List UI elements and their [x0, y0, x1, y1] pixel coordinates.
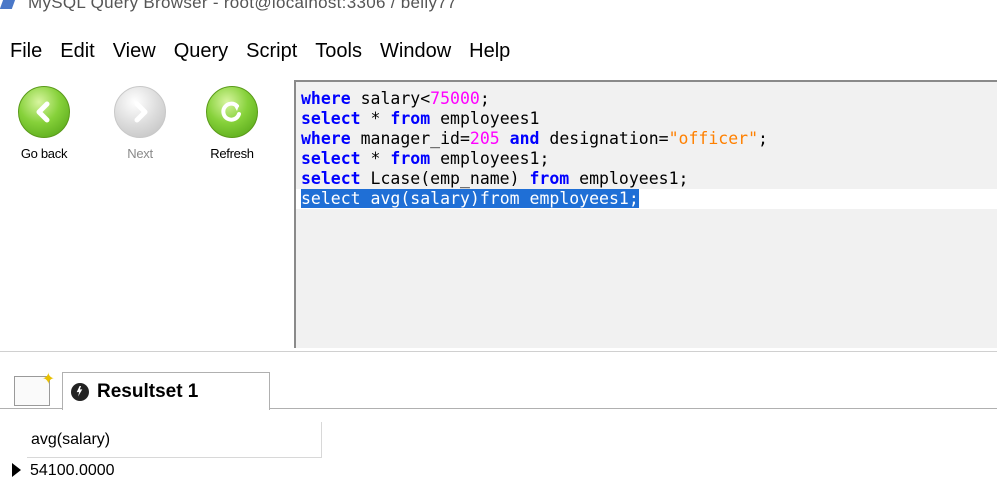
column-header-avg-salary[interactable]: avg(salary): [27, 422, 322, 458]
code-token: employees1;: [569, 169, 689, 188]
menu-bar: File Edit View Query Script Tools Window…: [0, 36, 997, 66]
code-token: "officer": [668, 129, 758, 148]
code-token: employees1: [430, 109, 540, 128]
refresh-label: Refresh: [210, 146, 254, 161]
code-token: select: [301, 169, 361, 188]
forward-arrow-icon: [114, 86, 166, 138]
lightning-icon: [71, 382, 89, 401]
code-token: Lcase(emp_name): [360, 169, 530, 188]
code-line[interactable]: select * from employees1: [301, 109, 997, 129]
code-lines: where salary<75000; select * from employe…: [296, 89, 997, 209]
code-token: *: [360, 149, 391, 168]
go-back-button[interactable]: Go back: [4, 80, 84, 161]
code-token: salary<: [350, 89, 431, 108]
next-label: Next: [127, 146, 153, 161]
code-token: from: [390, 149, 431, 168]
code-line[interactable]: select Lcase(emp_name) from employees1;: [301, 169, 997, 189]
menu-file[interactable]: File: [0, 40, 52, 63]
code-line[interactable]: select * from employees1;: [301, 149, 997, 169]
code-token: avg(salary): [360, 189, 480, 208]
title-bar: MySQL Query Browser - root@localhost:330…: [0, 0, 997, 14]
code-line[interactable]: where salary<75000;: [301, 89, 997, 109]
menu-view[interactable]: View: [105, 40, 166, 63]
sql-query-editor[interactable]: where salary<75000; select * from employe…: [294, 80, 997, 348]
code-token: ;: [758, 129, 768, 148]
menu-edit[interactable]: Edit: [52, 40, 104, 63]
code-token: where: [301, 89, 351, 108]
code-token: select: [301, 109, 361, 128]
code-token: from: [479, 189, 520, 208]
go-back-label: Go back: [20, 146, 68, 161]
refresh-button[interactable]: Refresh: [192, 80, 272, 161]
code-token: from: [390, 109, 431, 128]
code-token: and: [509, 129, 540, 148]
navigation-toolbar: Go back Next Refresh: [0, 80, 292, 350]
app-icon: [0, 0, 17, 9]
tab-resultset-1[interactable]: Resultset 1: [62, 372, 270, 410]
column-header-label: avg(salary): [31, 431, 111, 448]
splitter[interactable]: [0, 351, 997, 352]
refresh-icon: [206, 86, 258, 138]
code-token: 205: [469, 129, 500, 148]
result-tabs: ✦ Resultset 1: [0, 370, 997, 410]
result-cell[interactable]: 54100.0000: [30, 458, 115, 484]
next-button[interactable]: Next: [100, 80, 180, 161]
menu-help[interactable]: Help: [461, 40, 520, 63]
menu-script[interactable]: Script: [238, 40, 307, 63]
code-token: manager_id=: [350, 129, 470, 148]
code-token: designation=: [539, 129, 669, 148]
menu-query[interactable]: Query: [166, 40, 238, 63]
code-token: 75000: [430, 89, 480, 108]
code-token: select: [301, 149, 361, 168]
code-token: *: [360, 109, 391, 128]
window-title: MySQL Query Browser - root@localhost:330…: [28, 0, 457, 12]
code-token: from: [529, 169, 570, 188]
current-row-indicator-icon: [12, 463, 21, 477]
code-token: employees1;: [519, 189, 639, 208]
new-star-icon: ✦: [41, 371, 55, 388]
menu-tools[interactable]: Tools: [307, 40, 372, 63]
new-resultset-tab-button[interactable]: ✦: [14, 371, 55, 406]
code-line[interactable]: where manager_id=205 and designation="of…: [301, 129, 997, 149]
code-token: select: [301, 189, 361, 208]
code-token: ;: [479, 89, 490, 108]
back-arrow-icon: [18, 86, 70, 138]
code-token: employees1;: [430, 149, 550, 168]
code-line[interactable]: select avg(salary)from employees1;: [296, 189, 997, 209]
tab-label: Resultset 1: [97, 380, 199, 402]
menu-window[interactable]: Window: [372, 40, 461, 63]
code-token: where: [301, 129, 351, 148]
